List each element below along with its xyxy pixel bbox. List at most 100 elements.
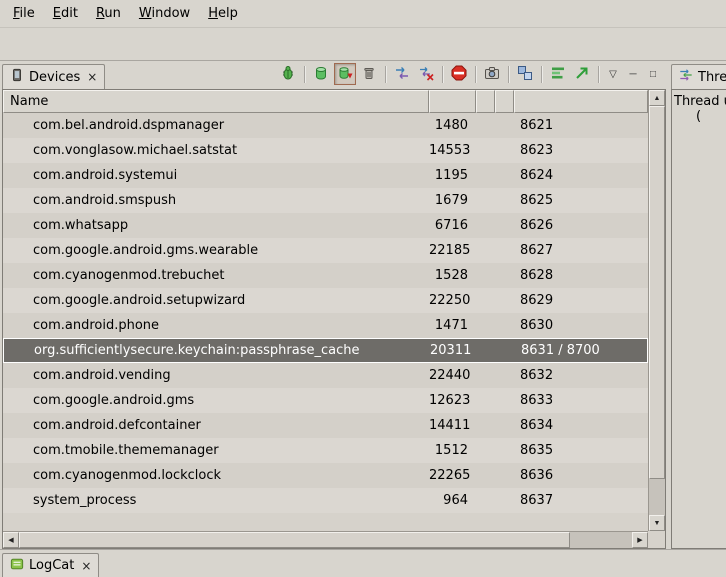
table-row[interactable]: com.cyanogenmod.lockclock222658636 xyxy=(3,463,648,488)
devices-tabbar: Devices × xyxy=(2,61,666,89)
process-name: com.android.phone xyxy=(3,318,429,333)
process-name: system_process xyxy=(3,493,429,508)
threads-icon xyxy=(679,68,693,86)
process-name: com.google.android.gms xyxy=(3,393,429,408)
process-pid: 1195 xyxy=(429,168,476,183)
vertical-scrollbar[interactable]: ▲ ▼ xyxy=(648,90,665,531)
column-header-port[interactable] xyxy=(514,90,648,113)
table-row[interactable]: com.android.systemui11958624 xyxy=(3,163,648,188)
table-row[interactable]: com.android.phone1471 8630 xyxy=(3,313,648,338)
process-port: 8635 xyxy=(514,443,648,458)
horizontal-scrollbar[interactable]: ◀ ▶ xyxy=(3,531,648,548)
arrow-left-icon: ◀ xyxy=(8,536,13,544)
process-pid: 1528 xyxy=(429,268,476,283)
devices-toolbar: ▽ ─ □ xyxy=(277,63,666,89)
threads-arrows-icon xyxy=(394,65,410,84)
process-name: com.cyanogenmod.lockclock xyxy=(3,468,429,483)
start-method-profiling-button[interactable] xyxy=(415,63,437,85)
table-row[interactable]: system_process9648637 xyxy=(3,488,648,513)
update-heap-button[interactable] xyxy=(310,63,332,85)
tab-logcat-label: LogCat xyxy=(29,558,74,573)
stop-process-button[interactable] xyxy=(448,63,470,85)
menu-run[interactable]: Run xyxy=(87,2,130,25)
threads-arrows-red-x-icon xyxy=(418,65,434,84)
table-row[interactable]: com.android.vending224408632 xyxy=(3,363,648,388)
green-bars-icon xyxy=(550,65,566,84)
process-name: com.android.vending xyxy=(3,368,429,383)
process-pid: 1471 xyxy=(429,318,476,333)
process-port: 8628 xyxy=(514,268,648,283)
minimize-button[interactable]: ─ xyxy=(624,65,642,83)
menu-help[interactable]: Help xyxy=(199,2,247,25)
scroll-down-button[interactable]: ▼ xyxy=(649,515,665,531)
maximize-button[interactable]: □ xyxy=(644,65,662,83)
process-pid: 20311 xyxy=(430,343,477,358)
table-row[interactable]: org.sufficientlysecure.keychain:passphra… xyxy=(3,338,648,363)
arrow-right-icon: ▶ xyxy=(637,536,642,544)
table-row[interactable]: com.android.smspush16798625 xyxy=(3,188,648,213)
ddms-window: FileEditRunWindowHelp Devices × xyxy=(0,0,726,577)
table-row[interactable]: com.google.android.gms.wearable221858627 xyxy=(3,238,648,263)
debug-process-button[interactable] xyxy=(277,63,299,85)
view-menu-button[interactable]: ▽ xyxy=(604,65,622,83)
process-port: 8631 / 8700 xyxy=(515,343,647,358)
heap-cylinder-icon xyxy=(313,65,329,84)
column-header-blank2[interactable] xyxy=(495,90,514,113)
main-toolbar xyxy=(0,27,726,61)
toolbar-separator xyxy=(598,66,599,83)
scroll-right-button[interactable]: ▶ xyxy=(632,532,648,548)
table-row[interactable]: com.whatsapp67168626 xyxy=(3,213,648,238)
camera-icon xyxy=(484,65,500,84)
table-row[interactable]: com.android.defcontainer144118634 xyxy=(3,413,648,438)
table-row[interactable]: com.bel.android.dspmanager14808621 xyxy=(3,113,648,138)
capture-systrace-button[interactable] xyxy=(547,63,569,85)
dump-hprof-button[interactable] xyxy=(334,63,356,85)
process-name: com.whatsapp xyxy=(3,218,429,233)
close-icon[interactable]: × xyxy=(81,560,91,572)
horizontal-scrollbar-thumb[interactable] xyxy=(19,532,570,548)
process-name: com.android.defcontainer xyxy=(3,418,429,433)
table-row[interactable]: com.google.android.setupwizard222508629 xyxy=(3,288,648,313)
column-header-name[interactable]: Name xyxy=(3,90,429,113)
cause-gc-button[interactable] xyxy=(358,63,380,85)
process-port: 8633 xyxy=(514,393,648,408)
process-pid: 1512 xyxy=(429,443,476,458)
process-name: com.tmobile.thememanager xyxy=(3,443,429,458)
toolbar-separator xyxy=(508,66,509,83)
close-icon[interactable]: × xyxy=(87,71,97,83)
scroll-up-button[interactable]: ▲ xyxy=(649,90,665,106)
menu-file[interactable]: File xyxy=(4,2,44,25)
table-row[interactable]: com.cyanogenmod.trebuchet15288628 xyxy=(3,263,648,288)
menu-window[interactable]: Window xyxy=(130,2,199,25)
dump-view-hierarchy-button[interactable] xyxy=(514,63,536,85)
table-row[interactable]: com.vonglasow.michael.satstat145538623 xyxy=(3,138,648,163)
table-row[interactable]: com.tmobile.thememanager1512 8635 xyxy=(3,438,648,463)
process-pid: 22185 xyxy=(429,243,476,258)
process-port: 8630 xyxy=(514,318,648,333)
tab-threads[interactable]: Threads xyxy=(671,64,726,89)
toolbar-separator xyxy=(385,66,386,83)
process-pid: 22265 xyxy=(429,468,476,483)
green-arrow-icon xyxy=(574,65,590,84)
bug-icon xyxy=(280,65,296,84)
update-threads-button[interactable] xyxy=(391,63,413,85)
process-port: 8627 xyxy=(514,243,648,258)
process-port: 8626 xyxy=(514,218,648,233)
start-opengl-trace-button[interactable] xyxy=(571,63,593,85)
process-name: com.bel.android.dspmanager xyxy=(3,118,429,133)
screen-capture-button[interactable] xyxy=(481,63,503,85)
tab-logcat[interactable]: LogCat × xyxy=(2,553,99,577)
tab-devices-label: Devices xyxy=(29,70,80,85)
menu-edit[interactable]: Edit xyxy=(44,2,87,25)
column-header-pid[interactable] xyxy=(429,90,476,113)
process-port: 8623 xyxy=(514,143,648,158)
column-header-blank1[interactable] xyxy=(476,90,495,113)
toolbar-separator xyxy=(442,66,443,83)
arrow-up-icon: ▲ xyxy=(654,95,661,102)
chevron-down-icon: ▽ xyxy=(609,69,617,80)
table-row[interactable]: com.google.android.gms126238633 xyxy=(3,388,648,413)
vertical-scrollbar-thumb[interactable] xyxy=(649,106,665,479)
scroll-left-button[interactable]: ◀ xyxy=(3,532,19,548)
tab-threads-label: Threads xyxy=(698,70,726,85)
tab-devices[interactable]: Devices × xyxy=(2,64,105,89)
